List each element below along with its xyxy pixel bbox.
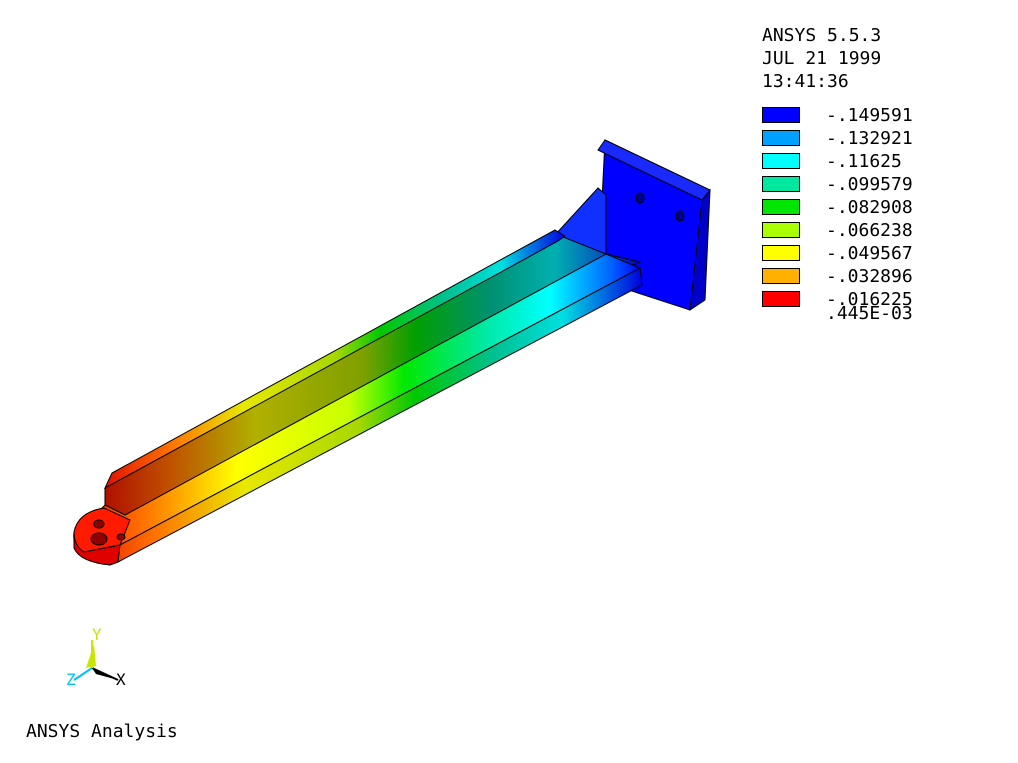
run-date: JUL 21 1999	[762, 48, 882, 69]
legend-row: -.066238	[762, 219, 1002, 242]
legend-swatch	[762, 176, 800, 192]
legend-row: -.082908	[762, 196, 1002, 219]
legend-swatch	[762, 268, 800, 284]
legend-value: -.066238	[826, 220, 913, 241]
beam-flange-top	[79, 253, 642, 546]
run-time: 13:41:36	[762, 71, 849, 92]
legend-row: -.132921	[762, 127, 1002, 150]
coordinate-triad: Y X Z	[66, 625, 126, 689]
legend-row: -.049567	[762, 242, 1002, 265]
legend-swatch	[762, 245, 800, 261]
legend-swatch	[762, 130, 800, 146]
legend-swatch	[762, 291, 800, 307]
legend-row: -.032896	[762, 265, 1002, 288]
legend-value: -.149591	[826, 105, 913, 126]
program-version: ANSYS 5.5.3	[762, 25, 882, 46]
legend-row: -.11625	[762, 150, 1002, 173]
legend-value: -.099579	[826, 174, 913, 195]
legend-row: -.099579	[762, 173, 1002, 196]
legend-row: -.149591	[762, 104, 1002, 127]
contour-legend: -.149591 -.132921 -.11625 -.099579 -.082…	[762, 104, 1002, 311]
legend-value: -.049567	[826, 243, 913, 264]
legend-max-value: .445E-03	[826, 303, 913, 324]
graphics-window: Y X Z ANSYS 5.5.3 JUL 21 1999 13:41:36 -…	[0, 0, 1018, 763]
legend-value: -.132921	[826, 128, 913, 149]
analysis-title: ANSYS Analysis	[26, 721, 178, 742]
axis-y-label: Y	[92, 625, 102, 644]
legend-value: -.032896	[826, 266, 913, 287]
axis-z-label: Z	[66, 670, 76, 689]
legend-value: -.082908	[826, 197, 913, 218]
legend-swatch	[762, 153, 800, 169]
legend-swatch	[762, 222, 800, 238]
axis-x-label: X	[116, 670, 126, 689]
legend-swatch	[762, 107, 800, 123]
legend-value: -.11625	[826, 151, 902, 172]
legend-swatch	[762, 199, 800, 215]
beam-web-face	[104, 234, 642, 516]
